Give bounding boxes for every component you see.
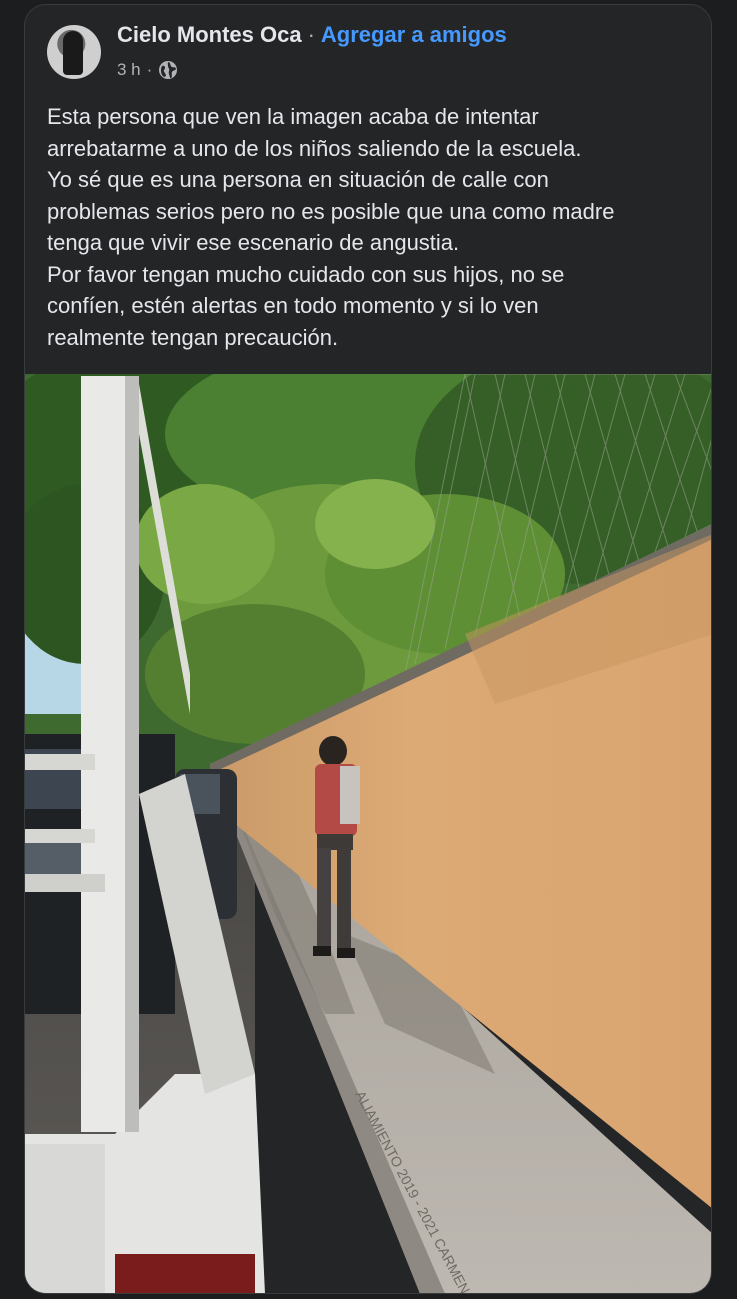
post-text-line: confíen, estén alertas en todo momento y… [47, 293, 539, 318]
post-text-line: tenga que vivir ese escenario de angusti… [47, 230, 460, 255]
author-line: Cielo Montes Oca · Agregar a amigos [117, 22, 507, 48]
photo-scene: ALIAMIENTO 2019 - 2021 CARMEN [25, 374, 711, 1293]
post-text: Esta persona que ven la imagen acaba de … [47, 101, 697, 353]
post-text-line: arrebatarme a uno de los niños saliendo … [47, 135, 582, 161]
globe-icon [159, 61, 178, 79]
avatar[interactable] [47, 25, 101, 79]
separator-dot: · [307, 22, 315, 47]
post-text-line: Esta persona que ven la imagen acaba de … [47, 104, 539, 129]
post-meta: 3 h · [117, 60, 178, 80]
post-text-line: Por favor tengan mucho cuidado con sus h… [47, 261, 565, 287]
post-text-line: Yo sé que es una persona en situación de… [47, 167, 549, 192]
post-text-line: realmente tengan precaución. [47, 324, 339, 350]
meta-separator: · [146, 60, 153, 79]
post-timestamp[interactable]: 3 h [117, 60, 141, 80]
post-photo[interactable]: ALIAMIENTO 2019 - 2021 CARMEN [25, 374, 711, 1293]
post-card: Cielo Montes Oca · Agregar a amigos 3 h · … [24, 4, 712, 1294]
post-header: Cielo Montes Oca · Agregar a amigos 3 h · [25, 5, 711, 95]
add-friend-link[interactable]: Agregar a amigos [321, 22, 507, 47]
author-name[interactable]: Cielo Montes Oca [117, 22, 302, 47]
post-text-line: problemas serios pero no es posible que … [47, 198, 615, 224]
